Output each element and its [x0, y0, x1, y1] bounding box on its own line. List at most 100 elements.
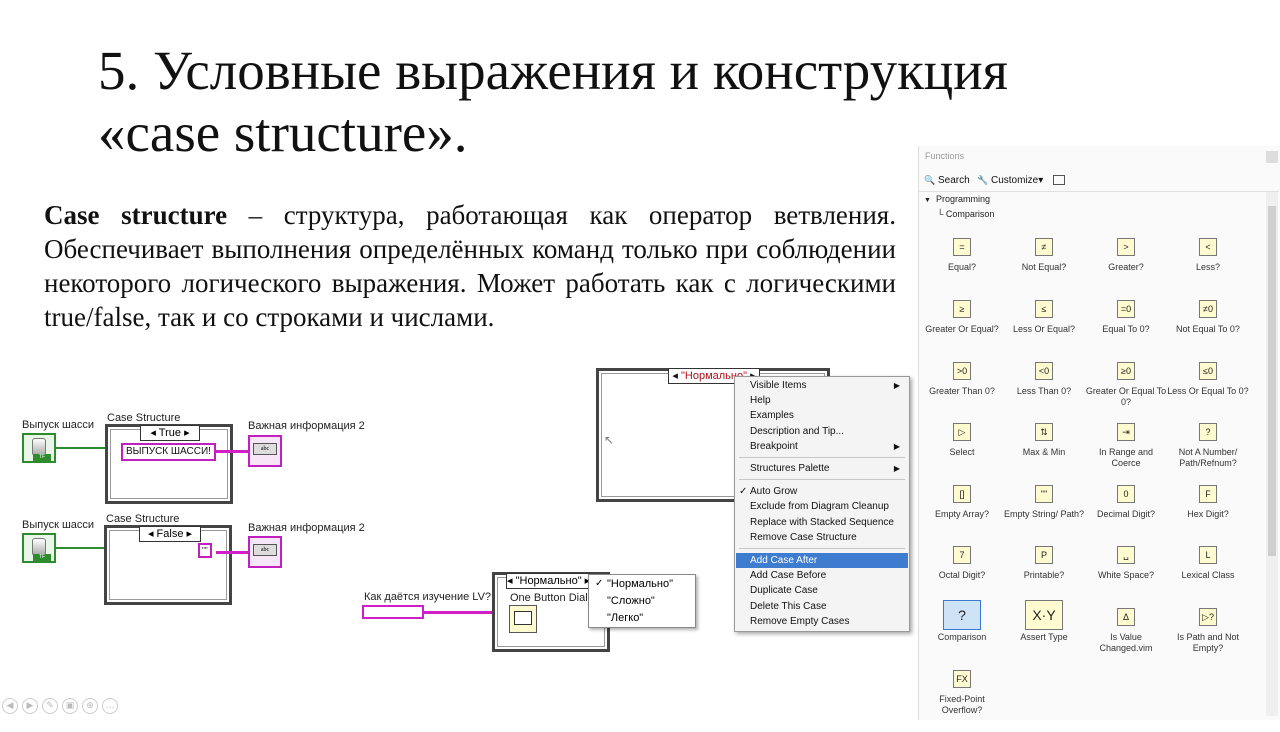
equal-zero-icon: =0	[1117, 300, 1135, 318]
palette-item-less-zero[interactable]: <0 Less Than 0?	[1003, 362, 1085, 424]
enum-popup-menu[interactable]: ✓ "Нормально" "Сложно" "Легко"	[588, 574, 696, 628]
tree-comparison[interactable]: └ Comparison	[937, 209, 994, 219]
zoom-icon[interactable]: ⊕	[82, 698, 98, 714]
palette-item-equal[interactable]: = Equal?	[921, 238, 1003, 300]
palette-item-label: Greater Than 0?	[929, 386, 995, 396]
description-term: Case structure	[44, 200, 228, 230]
string-constant-2[interactable]: ""	[198, 543, 212, 558]
case-selector-1[interactable]: ◂ True ▸	[140, 425, 200, 441]
slides-icon[interactable]: ▣	[62, 698, 78, 714]
menu-item-examples[interactable]: Examples	[736, 408, 908, 423]
wire-bool-1	[56, 447, 108, 449]
palette-item-not-equal[interactable]: ≠ Not Equal?	[1003, 238, 1085, 300]
palette-item-comparison[interactable]: ? Comparison	[921, 600, 1003, 670]
dialog-node-label: One Button Dialog	[510, 592, 600, 604]
next-icon[interactable]: ▶	[22, 698, 38, 714]
menu-item-remove-empty-cases[interactable]: Remove Empty Cases	[736, 614, 908, 629]
palette-item-assert-type[interactable]: X·Y Assert Type	[1003, 600, 1085, 670]
palette-item-in-range[interactable]: ⇥ In Range and Coerce	[1085, 423, 1167, 485]
menu-item-description[interactable]: Description and Tip...	[736, 424, 908, 439]
palette-item-greater-equal-zero[interactable]: ≥0 Greater Or Equal To 0?	[1085, 362, 1167, 424]
octal-digit-icon: 7	[953, 546, 971, 564]
palette-item-hex-digit[interactable]: F Hex Digit?	[1167, 485, 1249, 547]
menu-item-add-case-after[interactable]: Add Case After	[736, 553, 908, 568]
menu-separator	[739, 479, 905, 480]
menu-item-add-case-before[interactable]: Add Case Before	[736, 568, 908, 583]
palette-item-value-changed[interactable]: Δ Is Value Changed.vim	[1085, 608, 1167, 670]
case-selector-enum[interactable]: ◂ "Нормально" ▸	[506, 573, 590, 589]
palette-item-label: Hex Digit?	[1187, 509, 1229, 519]
enum-option-hard[interactable]: "Сложно"	[607, 595, 655, 607]
bool-control-label-2: Выпуск шасси	[22, 519, 95, 531]
comparison-icon: ?	[943, 600, 981, 630]
palette-item-printable[interactable]: P Printable?	[1003, 546, 1085, 608]
more-icon[interactable]: …	[102, 698, 118, 714]
palette-item-max-min[interactable]: ⇅ Max & Min	[1003, 423, 1085, 485]
palette-item-decimal-digit[interactable]: 0 Decimal Digit?	[1085, 485, 1167, 547]
palette-item-select[interactable]: ▷ Select	[921, 423, 1003, 485]
palette-item-white-space[interactable]: ␣ White Space?	[1085, 546, 1167, 608]
bool-control-1[interactable]: TF	[22, 433, 56, 463]
palette-item-less-equal[interactable]: ≤ Less Or Equal?	[1003, 300, 1085, 362]
string-constant-1[interactable]: ВЫПУСК ШАССИ!	[121, 443, 216, 461]
palette-scrollbar[interactable]	[1266, 192, 1278, 716]
palette-item-greater-equal[interactable]: ≥ Greater Or Equal?	[921, 300, 1003, 362]
pen-icon[interactable]: ✎	[42, 698, 58, 714]
tree-programming[interactable]: ▼ Programming	[924, 194, 990, 204]
selector-left-arrow-icon[interactable]: ◂	[150, 427, 156, 439]
palette-title: Functions	[925, 151, 965, 161]
palette-item-octal-digit[interactable]: 7 Octal Digit?	[921, 546, 1003, 608]
menu-item-help[interactable]: Help	[736, 393, 908, 408]
bool-control-2[interactable]: TF	[22, 533, 56, 563]
menu-item-exclude-cleanup[interactable]: Exclude from Diagram Cleanup	[736, 499, 908, 514]
palette-item-empty-string[interactable]: "" Empty String/ Path?	[1003, 485, 1085, 547]
scrollbar-thumb[interactable]	[1268, 206, 1276, 556]
selector-right-arrow-icon[interactable]: ▸	[187, 528, 193, 540]
menu-item-replace-stacked[interactable]: Replace with Stacked Sequence	[736, 515, 908, 530]
palette-item-empty-array[interactable]: [] Empty Array?	[921, 485, 1003, 547]
palette-item-path-not-empty[interactable]: ▷? Is Path and Not Empty?	[1167, 608, 1249, 670]
wrench-icon: 🔧	[977, 176, 989, 186]
menu-item-remove-case-structure[interactable]: Remove Case Structure	[736, 530, 908, 545]
enum-control-label: Как даётся изучение LV?	[364, 591, 492, 603]
palette-close-button[interactable]	[1266, 151, 1278, 163]
menu-item-breakpoint[interactable]: Breakpoint ▶	[736, 439, 908, 454]
selector-left-arrow-icon[interactable]: ◂	[672, 370, 678, 382]
wire-enum	[424, 611, 494, 614]
palette-item-label: Is Value Changed.vim	[1099, 632, 1153, 653]
palette-item-label: Less?	[1195, 262, 1221, 272]
palette-item-less-equal-zero[interactable]: ≤0 Less Or Equal To 0?	[1167, 362, 1249, 424]
menu-item-duplicate-case[interactable]: Duplicate Case	[736, 583, 908, 598]
context-menu[interactable]: Visible Items ▶ Help Examples Description…	[734, 376, 910, 632]
palette-item-lexical-class[interactable]: L Lexical Class	[1167, 546, 1249, 608]
palette-item-label: Greater Or Equal To 0?	[1085, 386, 1167, 407]
palette-customize-button[interactable]: 🔧 Customize▾	[977, 175, 1043, 186]
palette-item-label: Lexical Class	[1181, 570, 1235, 580]
selector-right-arrow-icon[interactable]: ▸	[184, 427, 190, 439]
enum-option-easy[interactable]: "Легко"	[607, 612, 643, 624]
menu-item-delete-case[interactable]: Delete This Case	[736, 599, 908, 614]
string-indicator-1[interactable]: abc	[248, 435, 282, 467]
palette-item-greater[interactable]: > Greater?	[1085, 238, 1167, 300]
palette-item-not-equal-zero[interactable]: ≠0 Not Equal To 0?	[1167, 300, 1249, 362]
palette-item-nan[interactable]: ? Not A Number/ Path/Refnum?	[1167, 423, 1249, 485]
selector-left-arrow-icon[interactable]: ◂	[148, 528, 154, 540]
palette-item-fixed-point[interactable]: FX Fixed-Point Overflow?	[921, 670, 1003, 732]
dialog-node[interactable]	[509, 605, 537, 633]
palette-item-equal-zero[interactable]: =0 Equal To 0?	[1085, 300, 1167, 362]
selector-left-arrow-icon[interactable]: ◂	[507, 575, 513, 587]
enum-option-normal[interactable]: "Нормально"	[607, 578, 673, 590]
palette-item-greater-zero[interactable]: >0 Greater Than 0?	[921, 362, 1003, 424]
menu-item-structures-palette[interactable]: Structures Palette ▶	[736, 461, 908, 476]
palette-item-label: Less Than 0?	[1016, 386, 1072, 396]
equal-icon: =	[953, 238, 971, 256]
string-indicator-2[interactable]: abc	[248, 536, 282, 568]
menu-item-visible-items[interactable]: Visible Items ▶	[736, 378, 908, 393]
palette-search-button[interactable]: 🔍 Search	[924, 175, 970, 186]
case-selector-2[interactable]: ◂ False ▸	[139, 526, 201, 542]
palette-item-less[interactable]: < Less?	[1167, 238, 1249, 300]
enum-control[interactable]	[362, 605, 424, 619]
palette-view-icon[interactable]	[1053, 175, 1065, 185]
previous-icon[interactable]: ◀	[2, 698, 18, 714]
menu-item-auto-grow[interactable]: ✓ Auto Grow	[736, 484, 908, 499]
